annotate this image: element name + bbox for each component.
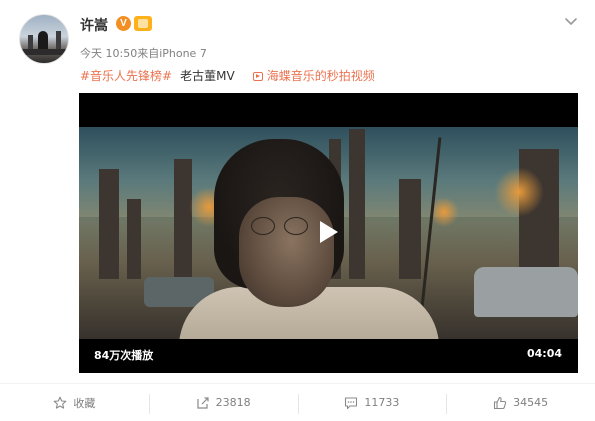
repost-button[interactable]: 23818 <box>148 384 298 421</box>
comment-icon <box>345 396 358 409</box>
action-bar: 收藏 23818 11733 34545 <box>0 383 595 421</box>
avatar-decor <box>20 49 68 55</box>
video-source-link[interactable]: 海蝶音乐的秒拍视频 <box>252 69 375 83</box>
video-source-label: 海蝶音乐的秒拍视频 <box>266 69 375 83</box>
repost-icon <box>197 396 209 409</box>
verified-v-icon[interactable]: V <box>116 16 131 31</box>
post-text: 老古董MV <box>180 69 235 83</box>
favorite-button[interactable]: 收藏 <box>0 384 149 421</box>
like-button[interactable]: 34545 <box>446 384 595 421</box>
post-content: #音乐人先锋榜# 老古董MV 海蝶音乐的秒拍视频 <box>80 67 375 84</box>
topic-link[interactable]: #音乐人先锋榜# <box>80 69 172 83</box>
video-player[interactable]: 84万次播放 04:04 <box>79 93 578 373</box>
comment-count: 11733 <box>364 396 400 409</box>
star-icon <box>54 396 67 409</box>
like-icon <box>494 396 507 409</box>
repost-count: 23818 <box>215 396 251 409</box>
favorite-label: 收藏 <box>73 396 96 410</box>
play-icon[interactable] <box>311 216 343 248</box>
video-duration: 04:04 <box>526 347 562 360</box>
video-view-count: 84万次播放 <box>94 349 154 362</box>
comment-button[interactable]: 11733 <box>297 384 447 421</box>
video-link-icon <box>252 72 263 81</box>
vip-badge-icon[interactable] <box>134 16 152 31</box>
chevron-down-icon[interactable] <box>563 13 579 29</box>
user-avatar[interactable] <box>19 14 69 64</box>
post-meta: 今天 10:50来自iPhone 7 <box>80 47 207 60</box>
like-count: 34545 <box>513 396 549 409</box>
username-link[interactable]: 许嵩 <box>80 15 108 35</box>
